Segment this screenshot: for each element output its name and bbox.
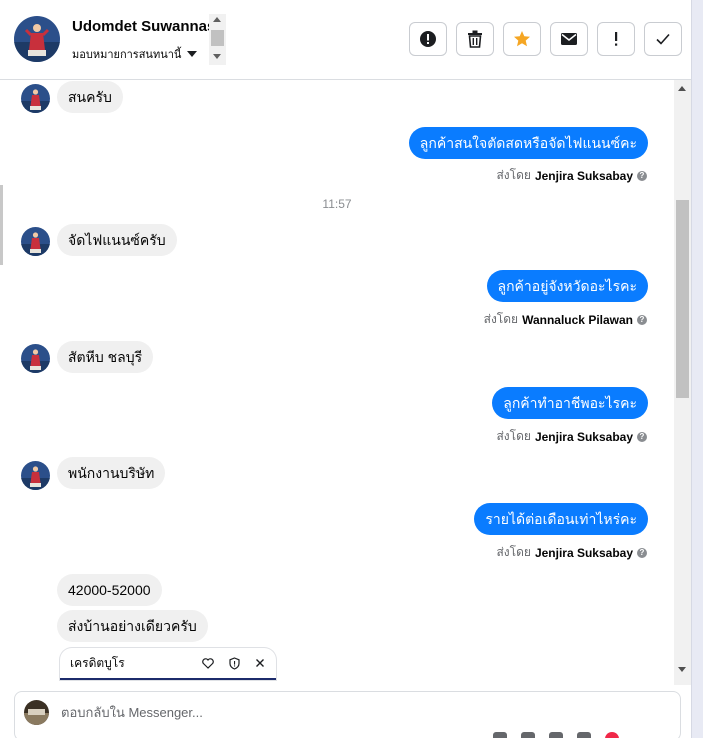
contact-avatar[interactable] [14, 16, 60, 62]
assign-conversation-label: มอบหมายการสนทนานี้ [72, 49, 182, 61]
scroll-up-arrow-icon[interactable] [213, 17, 221, 22]
composer-toolbar [493, 732, 619, 738]
close-icon[interactable] [250, 653, 270, 673]
outgoing-message[interactable]: ลูกค้าอยู่จังหวัดอะไรคะ [486, 270, 648, 302]
envelope-icon [561, 33, 577, 45]
outgoing-message[interactable]: ลูกค้าทำอาชีพอะไรคะ [492, 387, 648, 419]
trash-icon [468, 30, 482, 48]
sent-by-label: ส่งโดย Jenjira Suksabay ? [496, 543, 647, 562]
reply-input[interactable] [61, 701, 561, 723]
outgoing-message[interactable]: ลูกค้าสนใจตัดสดหรือจัดไฟแนนซ์คะ [408, 127, 648, 159]
contact-avatar-small[interactable] [21, 227, 50, 256]
delete-button[interactable] [456, 22, 494, 56]
caret-down-icon [187, 51, 198, 57]
incoming-message[interactable]: 42000-52000 [57, 574, 162, 606]
star-button[interactable] [503, 22, 541, 56]
help-icon[interactable]: ? [637, 431, 647, 442]
conversation-header: Udomdet Suwannasri มอบหมายการสนทนานี้ [0, 0, 691, 80]
contact-avatar-small[interactable] [21, 461, 50, 490]
scroll-up-arrow-icon[interactable] [678, 86, 686, 91]
contact-avatar-small[interactable] [21, 344, 50, 373]
page-avatar [24, 700, 49, 725]
help-icon[interactable]: ? [637, 547, 647, 558]
assign-conversation-dropdown[interactable]: มอบหมายการสนทนานี้ [72, 45, 198, 63]
messenger-inbox-window: Udomdet Suwannasri มอบหมายการสนทนานี้ [0, 0, 703, 738]
star-icon [514, 31, 530, 47]
incoming-message[interactable]: ส่งบ้านอย่างเดียวครับ [57, 610, 208, 642]
sent-by-prefix: ส่งโดย [496, 545, 531, 559]
label-tag-chip[interactable]: เครดิตบูโร [60, 648, 276, 680]
scroll-thumb[interactable] [211, 30, 224, 46]
outgoing-message[interactable]: รายได้ต่อเดือนเท่าไหร่คะ [474, 503, 648, 535]
image-icon[interactable] [549, 732, 563, 738]
incoming-message[interactable]: จัดไฟแนนซ์ครับ [57, 224, 177, 256]
reply-composer [14, 691, 681, 738]
mark-unread-button[interactable] [550, 22, 588, 56]
mark-done-button[interactable] [644, 22, 682, 56]
conversation-actions-toolbar [409, 22, 682, 56]
window-edge [691, 0, 703, 738]
check-icon [656, 33, 670, 45]
incoming-message[interactable]: สัตหีบ ชลบุรี [57, 341, 154, 373]
sender-name: Jenjira Suksabay [534, 168, 633, 183]
shield-icon[interactable] [224, 653, 244, 673]
gif-icon[interactable] [577, 732, 591, 738]
alert-circle-icon [420, 31, 436, 47]
help-icon[interactable]: ? [637, 170, 647, 181]
emoji-icon[interactable] [521, 732, 535, 738]
sent-by-prefix: ส่งโดย [496, 429, 531, 443]
exclamation-icon [615, 32, 618, 46]
attach-icon[interactable] [493, 732, 507, 738]
scroll-down-arrow-icon[interactable] [678, 667, 686, 672]
follow-up-button[interactable] [597, 22, 635, 56]
like-icon[interactable] [605, 732, 619, 738]
sender-name: Jenjira Suksabay [534, 429, 633, 444]
thread-scrollbar[interactable] [674, 80, 691, 685]
incoming-message[interactable]: สนครับ [57, 81, 123, 113]
incoming-message[interactable]: พนักงานบริษัท [57, 457, 166, 489]
help-icon[interactable]: ? [637, 314, 647, 325]
report-spam-button[interactable] [409, 22, 447, 56]
contact-avatar-small[interactable] [21, 84, 50, 113]
sent-by-label: ส่งโดย Wannaluck Pilawan ? [484, 310, 647, 329]
header-scrollbar[interactable] [209, 14, 226, 65]
message-thread: สนครับ ลูกค้าสนใจตัดสดหรือจัดไฟแนนซ์คะ ส… [0, 80, 691, 685]
scroll-thumb[interactable] [676, 200, 689, 398]
tag-label: เครดิตบูโร [70, 655, 125, 670]
contact-name[interactable]: Udomdet Suwannasri [72, 18, 210, 35]
sent-by-prefix: ส่งโดย [496, 168, 531, 182]
scroll-down-arrow-icon[interactable] [213, 54, 221, 59]
sender-name: Wannaluck Pilawan [522, 312, 633, 327]
sent-by-prefix: ส่งโดย [483, 312, 519, 326]
sent-by-label: ส่งโดย Jenjira Suksabay ? [496, 166, 647, 185]
heart-icon[interactable] [198, 653, 218, 673]
sender-name: Jenjira Suksabay [534, 545, 633, 560]
timestamp: 11:57 [322, 197, 352, 211]
sent-by-label: ส่งโดย Jenjira Suksabay ? [496, 427, 647, 446]
